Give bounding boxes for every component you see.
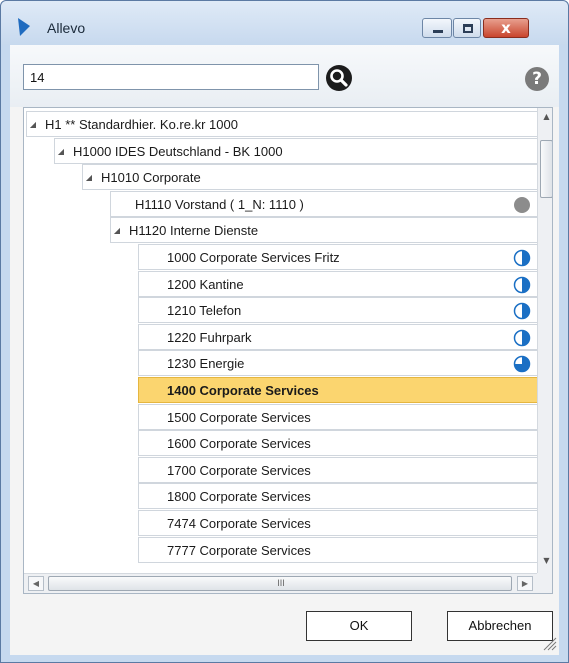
scroll-up-icon[interactable]: ▲ — [538, 112, 552, 121]
tree-expander-icon[interactable]: ◢ — [27, 112, 39, 138]
tree-row[interactable]: H1110 Vorstand ( 1_N: 1110 ) — [110, 191, 537, 217]
three-quarter-circle-icon — [513, 355, 531, 373]
tree-row[interactable]: 1500 Corporate Services — [138, 404, 537, 430]
vertical-scroll-thumb[interactable] — [540, 140, 552, 198]
vertical-scrollbar[interactable]: ▲ ▼ — [537, 108, 552, 573]
tree-row-label: 1200 Kantine — [167, 277, 244, 292]
allevo-logo-icon — [18, 18, 30, 36]
tree-row-label: H1010 Corporate — [101, 170, 201, 185]
horizontal-scrollbar[interactable]: ◀ III ▶ — [24, 573, 537, 593]
tree-expander-icon[interactable]: ◢ — [111, 218, 123, 244]
dialog-window: Allevo x ? ◢ H1 ** Standardhier. Ko.re.kr… — [0, 0, 569, 663]
dialog-content: ? ◢ H1 ** Standardhier. Ko.re.kr 1000 ◢ H10… — [10, 45, 559, 655]
tree-expander-icon[interactable]: ◢ — [55, 139, 67, 165]
tree-row-label: 1220 Fuhrpark — [167, 330, 252, 345]
close-icon: x — [501, 19, 511, 37]
tree-row[interactable]: ◢ H1000 IDES Deutschland - BK 1000 — [54, 138, 537, 164]
help-button[interactable]: ? — [525, 67, 549, 91]
scroll-right-icon[interactable]: ▶ — [517, 576, 533, 591]
hierarchy-tree[interactable]: ◢ H1 ** Standardhier. Ko.re.kr 1000 ◢ H1000… — [23, 107, 553, 594]
maximize-icon — [463, 24, 473, 33]
horizontal-scroll-thumb[interactable]: III — [48, 576, 512, 591]
tree-row[interactable]: 1700 Corporate Services — [138, 457, 537, 483]
search-input[interactable] — [23, 64, 319, 90]
tree-row-label: H1000 IDES Deutschland - BK 1000 — [73, 144, 283, 159]
tree-row-label: 1700 Corporate Services — [167, 463, 311, 478]
tree-row-label: 1600 Corporate Services — [167, 436, 311, 451]
tree-row-label: H1110 Vorstand ( 1_N: 1110 ) — [135, 197, 304, 212]
cancel-button[interactable]: Abbrechen — [447, 611, 553, 641]
search-button[interactable] — [326, 65, 352, 91]
tree-row[interactable]: 1230 Energie — [138, 350, 537, 376]
tree-row[interactable]: 7474 Corporate Services — [138, 510, 537, 536]
tree-row[interactable]: 1600 Corporate Services — [138, 430, 537, 456]
scroll-down-icon[interactable]: ▼ — [538, 556, 552, 565]
tree-row[interactable]: ◢ H1 ** Standardhier. Ko.re.kr 1000 — [26, 111, 537, 137]
tree-expander-icon[interactable]: ◢ — [83, 165, 95, 191]
tree-row-label: 1800 Corporate Services — [167, 489, 311, 504]
tree-row-label: 1230 Energie — [167, 356, 245, 371]
search-bar: ? — [10, 45, 559, 107]
tree-row-label: 7474 Corporate Services — [167, 516, 311, 531]
tree-row[interactable]: 1220 Fuhrpark — [138, 324, 537, 350]
tree-row[interactable]: 1800 Corporate Services — [138, 483, 537, 509]
tree-row[interactable]: 1400 Corporate Services — [138, 377, 537, 403]
half-circle-icon — [513, 249, 531, 267]
maximize-button[interactable] — [453, 18, 481, 38]
minimize-icon — [433, 30, 443, 33]
tree-row-label: 1210 Telefon — [167, 303, 242, 318]
half-circle-icon — [513, 276, 531, 294]
tree-row-label: 7777 Corporate Services — [167, 543, 311, 558]
resize-grip-icon[interactable] — [541, 635, 557, 651]
close-button[interactable]: x — [483, 18, 529, 38]
scroll-corner — [537, 573, 552, 593]
tree-row-label: H1120 Interne Dienste — [129, 223, 259, 238]
tree-row-label: H1 ** Standardhier. Ko.re.kr 1000 — [45, 117, 238, 132]
title-bar[interactable]: Allevo x — [1, 1, 568, 45]
tree-row[interactable]: 7777 Corporate Services — [138, 537, 537, 563]
minimize-button[interactable] — [422, 18, 452, 38]
tree-row[interactable]: 1200 Kantine — [138, 271, 537, 297]
scroll-left-icon[interactable]: ◀ — [28, 576, 44, 591]
half-circle-icon — [513, 302, 531, 320]
tree-row-label: 1000 Corporate Services Fritz — [167, 250, 340, 265]
tree-row-label: 1500 Corporate Services — [167, 410, 311, 425]
scroll-grip-icon: III — [277, 578, 285, 588]
half-circle-icon — [513, 329, 531, 347]
grey-dot-icon — [514, 197, 530, 213]
tree-row[interactable]: ◢ H1120 Interne Dienste — [110, 217, 537, 243]
tree-row[interactable]: 1000 Corporate Services Fritz — [138, 244, 537, 270]
tree-row[interactable]: 1210 Telefon — [138, 297, 537, 323]
ok-button[interactable]: OK — [306, 611, 412, 641]
magnifier-icon — [330, 69, 348, 87]
tree-row[interactable]: ◢ H1010 Corporate — [82, 164, 537, 190]
window-title: Allevo — [47, 20, 86, 36]
tree-row-label: 1400 Corporate Services — [167, 383, 319, 398]
